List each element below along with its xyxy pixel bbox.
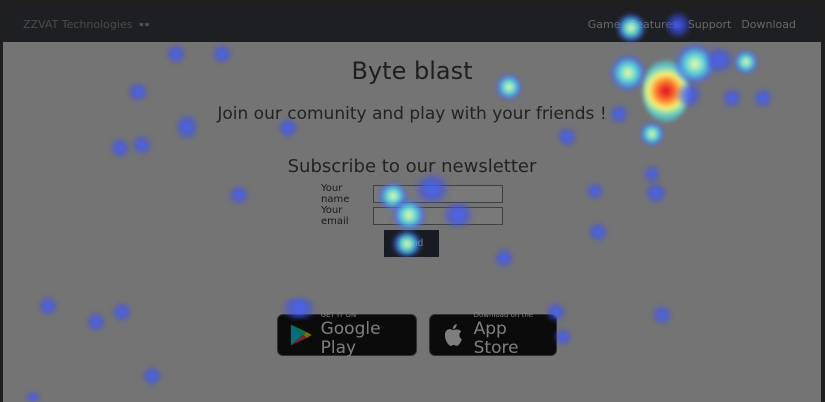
send-button[interactable]: Send [384,230,439,257]
nav-link-features[interactable]: Features [631,18,678,31]
glasses-icon: 👓 [137,20,151,31]
name-row: Your name [321,183,503,205]
nav-link-game[interactable]: Game [588,18,621,31]
page-subtitle: Join our comunity and play with your fri… [217,104,607,124]
nav-links: Game Features Support Download [588,18,796,31]
brand[interactable]: ZZVAT Technologies 👓 [23,18,150,31]
email-input[interactable] [373,207,503,225]
email-label: Your email [321,205,349,227]
email-row: Your email [321,205,503,227]
apple-badge-big: App Store [473,319,519,358]
google-play-icon [290,324,312,346]
google-badge-big: Google Play [320,319,381,358]
page-title: Byte blast [351,57,473,85]
navbar: ZZVAT Technologies 👓 Game Features Suppo… [3,8,821,42]
page: ZZVAT Technologies 👓 Game Features Suppo… [3,8,821,402]
nav-link-download[interactable]: Download [741,18,796,31]
google-play-badge[interactable]: GET IT ON Google Play [277,312,417,358]
app-store-badge[interactable]: Download on the App Store [429,312,557,358]
brand-name[interactable]: ZZVAT Technologies [23,18,132,31]
name-label: Your name [321,183,350,205]
nav-link-support[interactable]: Support [688,18,731,31]
name-input[interactable] [373,185,503,203]
apple-icon [444,324,462,346]
newsletter-heading: Subscribe to our newsletter [287,156,537,177]
